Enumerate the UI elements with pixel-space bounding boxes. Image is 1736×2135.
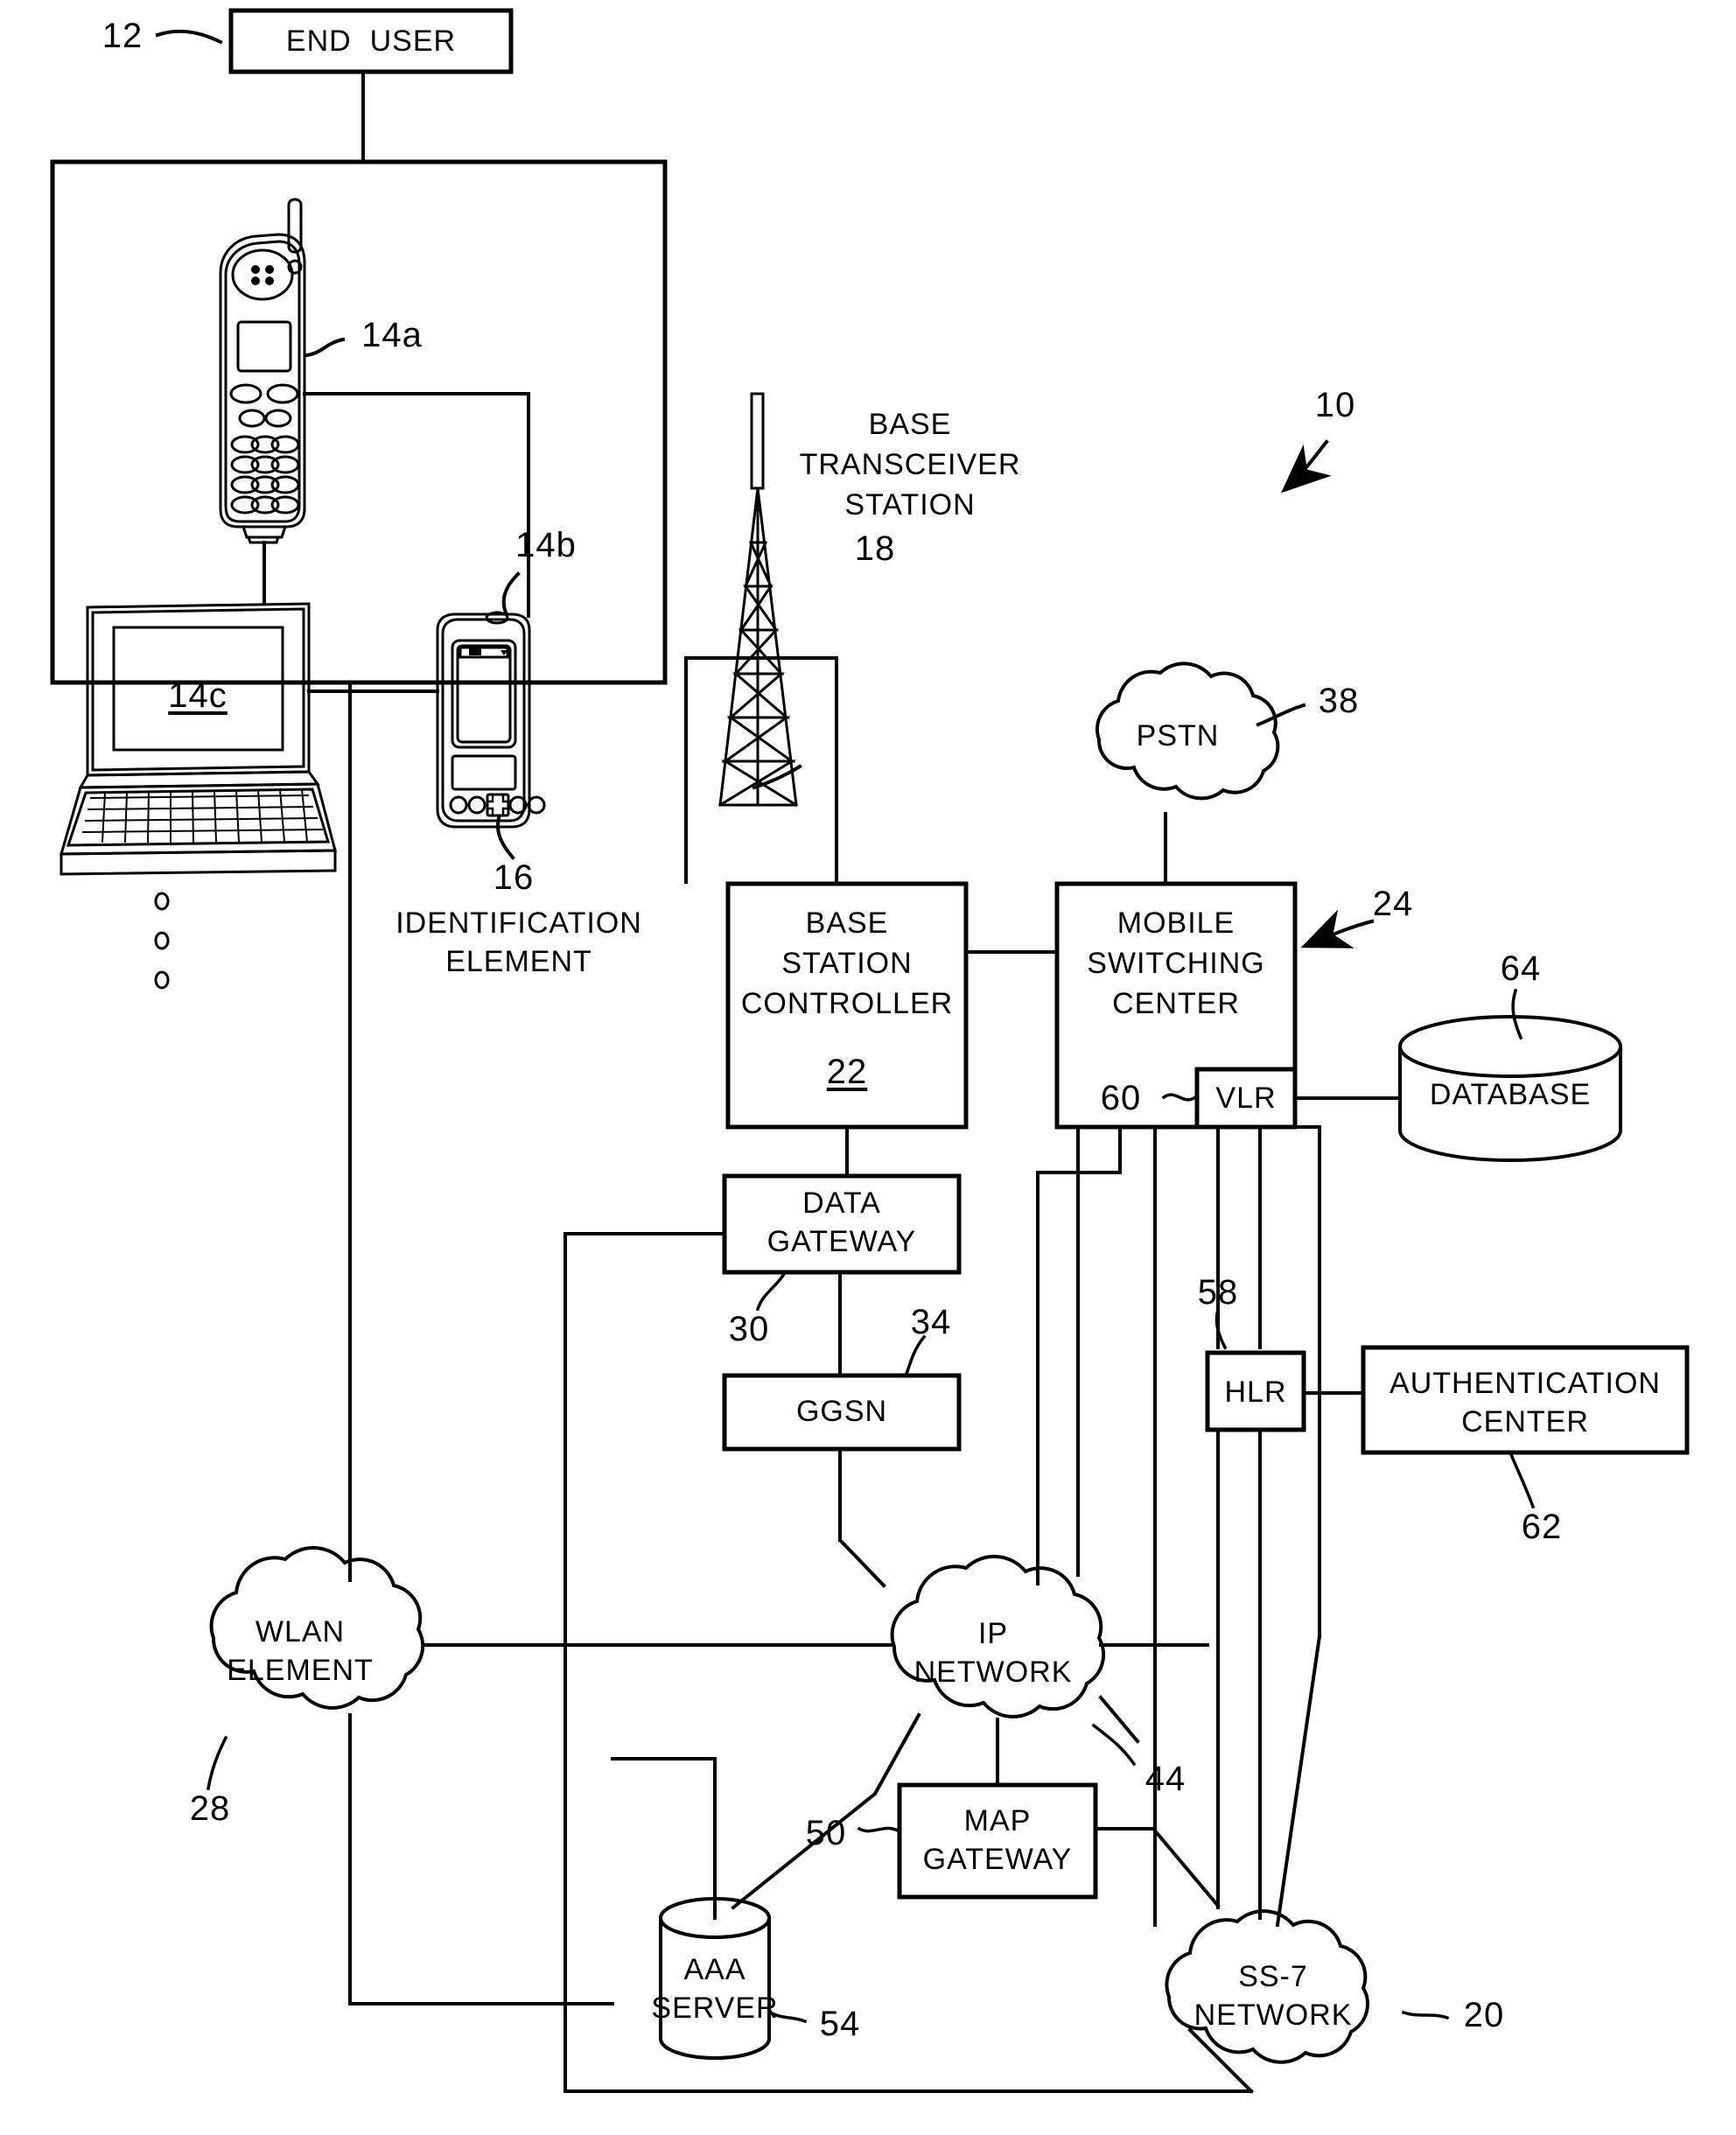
- auth-center-label-line2: CENTER: [1461, 1405, 1589, 1438]
- vlr-label: VLR: [1215, 1082, 1277, 1115]
- end-user-label: END USER: [285, 24, 457, 58]
- ellipsis-dots: [154, 892, 170, 990]
- wlan-label-line1: WLAN: [255, 1615, 346, 1648]
- bts-tower: [718, 392, 799, 808]
- ref-58: 58: [1197, 1273, 1239, 1312]
- hlr-label: HLR: [1224, 1376, 1287, 1409]
- map-gateway-label-line2: GATEWAY: [922, 1843, 1073, 1876]
- auth-center-label-line1: AUTHENTICATION: [1390, 1367, 1661, 1400]
- mobile-phone-illustration: [219, 198, 306, 544]
- ref-50: 50: [805, 1814, 847, 1852]
- bsc-label-line2: STATION: [781, 947, 913, 980]
- identification-element-label-line2: ELEMENT: [445, 945, 592, 978]
- wlan-label-line2: ELEMENT: [227, 1654, 374, 1687]
- bts-label-line1: BASE: [868, 408, 952, 441]
- database-label: DATABASE: [1429, 1078, 1592, 1111]
- bsc-label-line1: BASE: [805, 906, 889, 940]
- ref-24: 24: [1372, 885, 1414, 923]
- pstn-label: PSTN: [1136, 719, 1220, 752]
- identification-element-label-line1: IDENTIFICATION: [396, 906, 642, 940]
- ip-network-label-line1: IP: [977, 1617, 1009, 1650]
- msc-label-line3: CENTER: [1112, 987, 1240, 1020]
- bsc-label-line3: CONTROLLER: [740, 987, 954, 1020]
- ss7-label-line1: SS-7: [1238, 1960, 1308, 1993]
- ss7-label-line2: NETWORK: [1194, 1998, 1353, 2032]
- ref-20: 20: [1463, 1996, 1505, 2034]
- ref-44: 44: [1144, 1760, 1186, 1798]
- bts-label-line3: STATION: [844, 488, 976, 522]
- ref-10: 10: [1314, 386, 1356, 424]
- ref-14b: 14b: [515, 526, 577, 564]
- pda-illustration: [436, 611, 546, 829]
- aaa-server-label-line2: SERVER: [651, 1992, 779, 2025]
- ref-28: 28: [189, 1789, 231, 1828]
- ref-22: 22: [826, 1053, 868, 1091]
- ref-12: 12: [102, 17, 144, 55]
- laptop-illustration: [59, 602, 337, 876]
- msc-label-line2: SWITCHING: [1087, 947, 1265, 980]
- patent-figure-page: END USER 12 14a 14b 14c 16 IDENTIFICATIO…: [0, 0, 1736, 2135]
- data-gateway-label-line1: DATA: [802, 1186, 881, 1220]
- ref-18: 18: [854, 529, 896, 568]
- end-user-enclosure: [50, 159, 668, 685]
- msc-label-line1: MOBILE: [1116, 906, 1236, 940]
- map-gateway-box: [897, 1782, 1098, 1900]
- ref-34: 34: [910, 1303, 952, 1341]
- ref-54: 54: [819, 2005, 861, 2043]
- ref-14c: 14c: [168, 676, 228, 715]
- map-gateway-label-line1: MAP: [963, 1804, 1032, 1838]
- aaa-server-label-line1: AAA: [683, 1953, 746, 1986]
- ref-64: 64: [1500, 949, 1542, 988]
- ref-38: 38: [1318, 682, 1360, 720]
- ref-60: 60: [1100, 1079, 1142, 1117]
- ref-30: 30: [728, 1310, 770, 1348]
- ref-62: 62: [1521, 1508, 1563, 1546]
- data-gateway-label-line2: GATEWAY: [766, 1225, 917, 1258]
- bts-label-line2: TRANSCEIVER: [799, 448, 1021, 481]
- ip-network-label-line2: NETWORK: [914, 1656, 1073, 1689]
- ref-14a: 14a: [361, 316, 423, 354]
- ref-16: 16: [493, 858, 535, 897]
- ggsn-label: GGSN: [795, 1395, 888, 1428]
